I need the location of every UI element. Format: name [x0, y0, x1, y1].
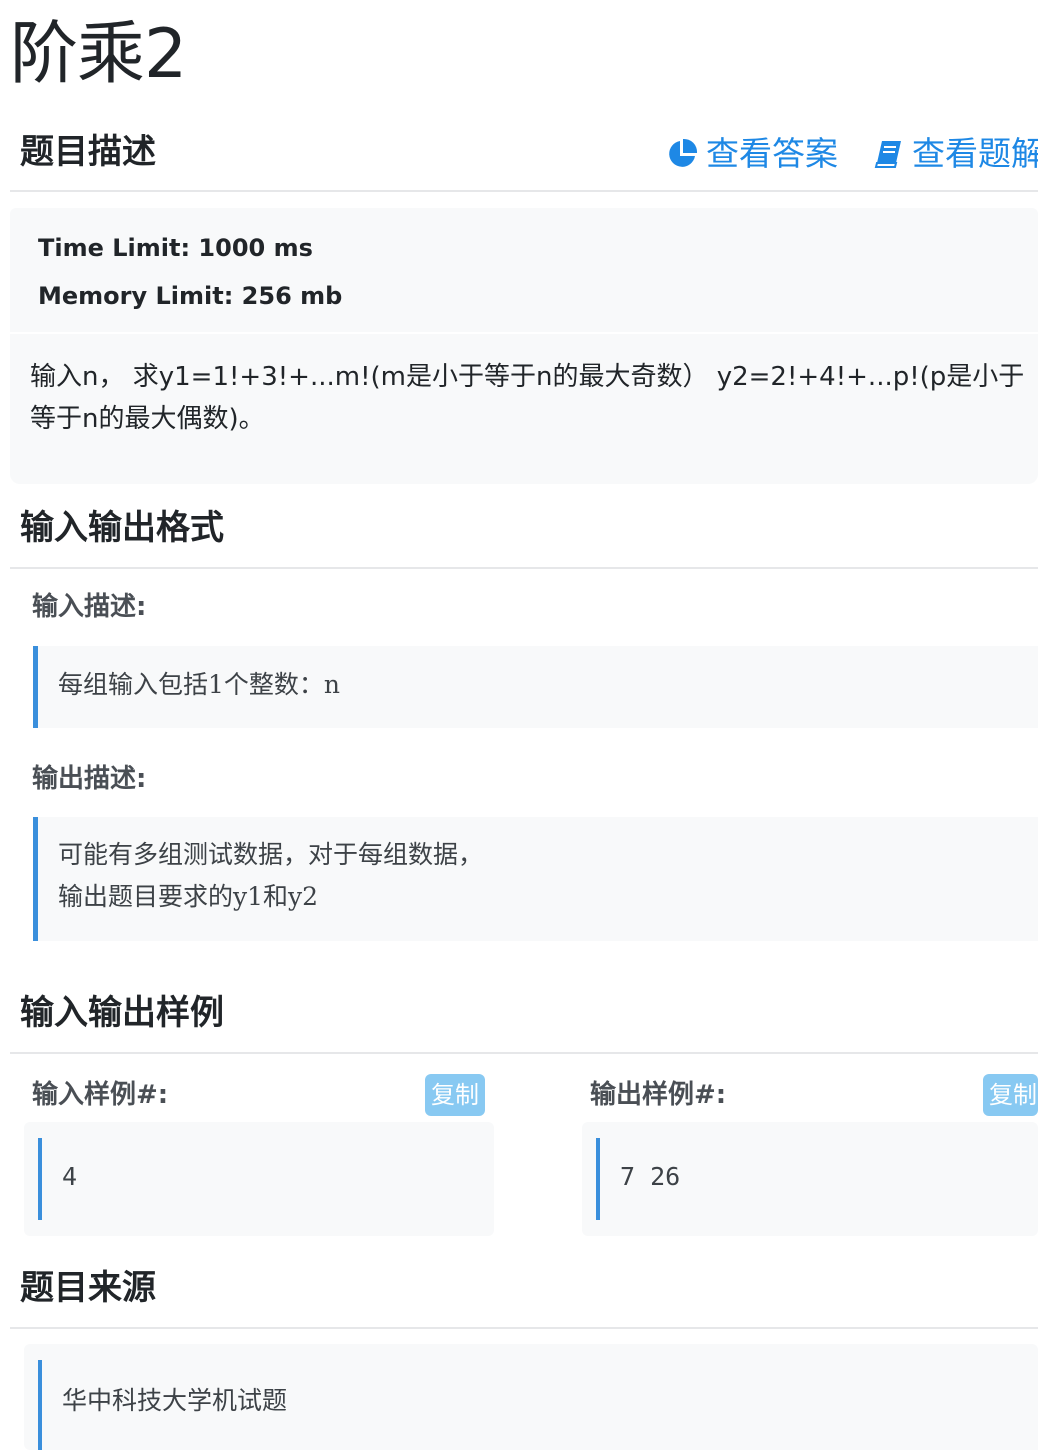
io-format-title: 输入输出格式	[20, 508, 224, 548]
output-description-label: 输出描述:	[32, 764, 147, 794]
source-card: 华中科技大学机试题	[24, 1344, 1038, 1450]
sample-input-quote: 4	[38, 1138, 478, 1220]
source-header	[10, 1327, 1038, 1329]
sample-output-card: 7 26	[582, 1122, 1038, 1236]
copy-output-button[interactable]: 复制	[983, 1074, 1038, 1116]
page-title: 阶乘2	[10, 15, 187, 94]
input-description-label: 输入描述:	[32, 592, 147, 622]
source-text: 华中科技大学机试题	[62, 1386, 288, 1415]
input-description-box: 每组输入包括1个整数：n	[33, 646, 1038, 728]
sample-input-card: 4	[24, 1122, 494, 1236]
samples-title: 输入输出样例	[20, 993, 224, 1033]
sample-input-value: 4	[62, 1162, 78, 1191]
source-quote: 华中科技大学机试题	[38, 1360, 1038, 1450]
view-solution-link[interactable]: 查看题解	[874, 134, 1038, 174]
view-answer-link[interactable]: 查看答案	[666, 134, 838, 174]
io-format-header	[10, 567, 1038, 569]
pie-chart-icon	[669, 138, 698, 167]
description-text: 输入n， 求y1=1!+3!+...m!(m是小于等于n的最大奇数） y2=2!…	[30, 362, 1025, 434]
sample-input-label: 输入样例#:	[32, 1080, 169, 1110]
source-title: 题目来源	[20, 1268, 156, 1308]
output-description-box: 可能有多组测试数据，对于每组数据， 输出题目要求的y1和y2	[33, 817, 1038, 941]
sample-output-value: 7 26	[620, 1162, 681, 1191]
sample-output-label: 输出样例#:	[590, 1080, 727, 1110]
copy-input-button[interactable]: 复制	[425, 1074, 485, 1116]
book-icon	[874, 141, 901, 168]
output-description-text: 可能有多组测试数据，对于每组数据， 输出题目要求的y1和y2	[58, 840, 484, 911]
view-answer-label: 查看答案	[706, 134, 838, 173]
description-box: 输入n， 求y1=1!+3!+...m!(m是小于等于n的最大奇数） y2=2!…	[10, 334, 1038, 484]
samples-header	[10, 1052, 1038, 1054]
memory-limit: Memory Limit: 256 mb	[38, 282, 343, 310]
description-title: 题目描述	[20, 132, 156, 172]
input-description-text: 每组输入包括1个整数：n	[58, 670, 341, 699]
header-actions: 查看答案 查看题解	[666, 134, 1038, 174]
sample-output-quote: 7 26	[596, 1138, 1038, 1220]
view-solution-label: 查看题解	[912, 134, 1038, 173]
description-header	[10, 190, 1038, 192]
limits-box: Time Limit: 1000 ms Memory Limit: 256 mb	[10, 208, 1038, 332]
time-limit: Time Limit: 1000 ms	[38, 234, 313, 262]
